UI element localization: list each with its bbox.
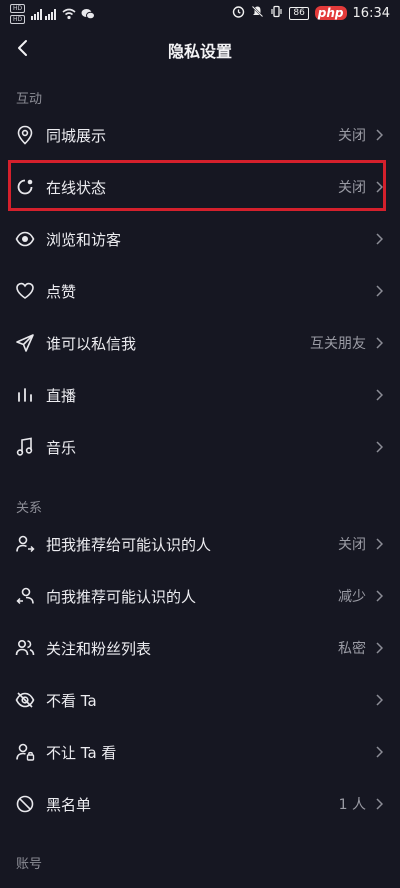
setting-value: 关闭	[338, 537, 366, 553]
chevron-right-icon	[374, 744, 384, 760]
signal-icon	[31, 5, 57, 24]
clock: 16:34	[352, 6, 390, 21]
setting-label: 关注和粉丝列表	[46, 639, 152, 658]
chevron-right-icon	[374, 283, 384, 299]
chevron-right-icon	[374, 231, 384, 247]
setting-label: 音乐	[46, 438, 77, 457]
setting-row-recommend-me[interactable]: 把我推荐给可能认识的人 关闭	[0, 518, 400, 570]
setting-label: 不让 Ta 看	[46, 743, 117, 762]
recommend-me-icon	[14, 533, 36, 555]
wechat-icon	[81, 5, 96, 24]
section-header-interaction: 互动	[16, 92, 43, 107]
chevron-right-icon	[374, 387, 384, 403]
recommend-to-me-icon	[14, 585, 36, 607]
hd-badge: HD	[10, 15, 26, 24]
setting-label: 把我推荐给可能认识的人	[46, 535, 212, 554]
watermark: php	[314, 6, 347, 21]
chevron-right-icon	[374, 640, 384, 656]
block-icon	[14, 793, 36, 815]
setting-row-likes[interactable]: 点赞	[0, 265, 400, 317]
nav-bar: 隐私设置	[0, 26, 400, 70]
followers-icon	[14, 637, 36, 659]
heart-icon	[14, 280, 36, 302]
highlight-annotation	[8, 160, 386, 211]
status-bar-left: HD HD	[10, 4, 96, 24]
setting-row-blacklist[interactable]: 黑名单 1 人	[0, 778, 400, 830]
setting-row-direct-message[interactable]: 谁可以私信我 互关朋友	[0, 317, 400, 369]
setting-label: 谁可以私信我	[46, 334, 137, 353]
setting-value: 私密	[338, 641, 366, 657]
section-header-account: 账号	[16, 857, 43, 872]
chevron-right-icon	[374, 536, 384, 552]
eye-off-icon	[14, 689, 36, 711]
hd-badges: HD HD	[10, 4, 26, 24]
location-pin-icon	[14, 124, 36, 146]
chevron-right-icon	[374, 692, 384, 708]
vibrate-icon	[270, 5, 283, 22]
eye-icon	[14, 228, 36, 250]
hd-badge: HD	[10, 4, 26, 13]
setting-row-browsing-visitors[interactable]: 浏览和访客	[0, 213, 400, 265]
setting-value: 1 人	[338, 797, 366, 813]
chevron-right-icon	[374, 335, 384, 351]
setting-label: 向我推荐可能认识的人	[46, 587, 197, 606]
setting-label: 浏览和访客	[46, 230, 122, 249]
page-title: 隐私设置	[167, 42, 232, 61]
battery-indicator: 86	[289, 7, 309, 20]
setting-row-music[interactable]: 音乐	[0, 421, 400, 473]
send-icon	[14, 332, 36, 354]
setting-label: 直播	[46, 386, 77, 405]
status-bar-right: 86 php 16:34	[232, 5, 390, 22]
alarm-icon	[232, 5, 245, 22]
watermark-brand: php	[314, 6, 347, 20]
wifi-icon	[62, 5, 76, 24]
setting-label: 不看 Ta	[46, 691, 97, 710]
setting-row-hide-their-content[interactable]: 不看 Ta	[0, 674, 400, 726]
chevron-right-icon	[374, 796, 384, 812]
setting-row-follow-list[interactable]: 关注和粉丝列表 私密	[0, 622, 400, 674]
setting-label: 同城展示	[46, 126, 107, 145]
setting-value: 减少	[338, 589, 366, 605]
chevron-right-icon	[374, 439, 384, 455]
mute-icon	[251, 5, 264, 22]
chevron-right-icon	[374, 127, 384, 143]
chevron-right-icon	[374, 588, 384, 604]
live-bars-icon	[14, 384, 36, 406]
setting-row-nearby-display[interactable]: 同城展示 关闭	[0, 109, 400, 161]
section-header-relationships: 关系	[16, 501, 43, 516]
setting-label: 点赞	[46, 282, 77, 301]
user-lock-icon	[14, 741, 36, 763]
setting-row-live[interactable]: 直播	[0, 369, 400, 421]
music-note-icon	[14, 436, 36, 458]
setting-value: 关闭	[338, 128, 366, 144]
status-bar: HD HD 86 php 16:34	[0, 0, 400, 26]
setting-label: 黑名单	[46, 795, 92, 814]
setting-row-recommend-to-me[interactable]: 向我推荐可能认识的人 减少	[0, 570, 400, 622]
setting-value: 互关朋友	[310, 336, 366, 352]
setting-row-hide-my-content[interactable]: 不让 Ta 看	[0, 726, 400, 778]
